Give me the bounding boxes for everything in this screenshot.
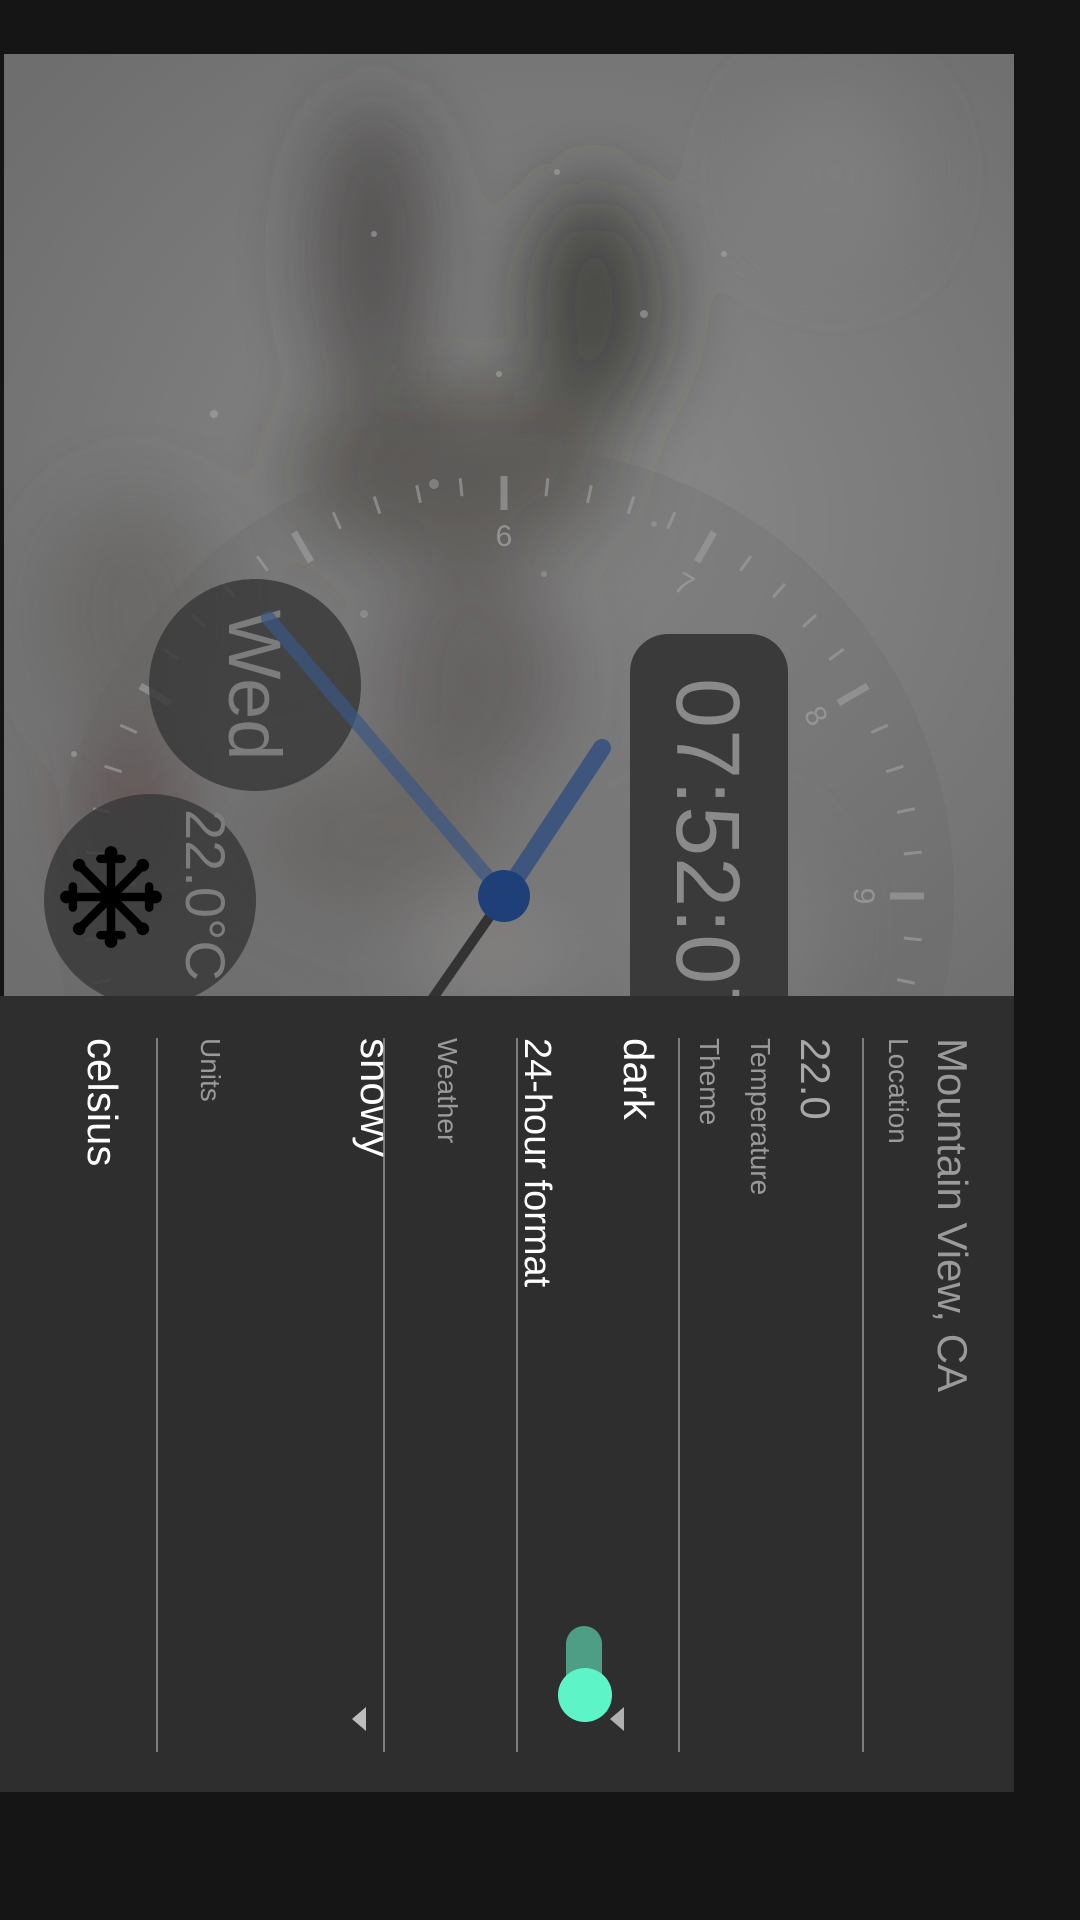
divider [156,1038,158,1752]
location-label-row: Location [882,1038,914,1758]
temperature-value: 22.0 [792,1038,839,1120]
location-value: Mountain View, CA [929,1038,976,1393]
units-dropdown[interactable]: celsius [78,1038,126,1758]
location-label: Location [883,1038,914,1144]
time-format-label: 24-hour format [516,1038,558,1288]
weather-dropdown[interactable]: snowy [351,1038,399,1758]
weather-value: snowy [352,1038,399,1158]
theme-label-row: Theme [693,1038,759,1758]
weather-label-row: Weather [431,1038,487,1758]
divider [678,1038,680,1752]
units-label-row: Units [194,1038,278,1758]
settings-panel: Mountain View, CA Location 22.0 Temperat… [0,996,1014,1792]
clock-hands [261,611,611,996]
theme-label: Theme [694,1038,725,1126]
units-label: Units [195,1038,226,1102]
location-setting[interactable]: Mountain View, CA [928,1038,976,1758]
weather-label: Weather [432,1038,463,1144]
divider [862,1038,864,1752]
time-format-switch-thumb[interactable] [558,1668,612,1722]
hour-hand [495,739,611,905]
temperature-setting[interactable]: 22.0 [791,1038,839,1758]
hand-pivot [478,870,530,922]
weather-dropdown-arrow-icon[interactable] [352,1707,366,1731]
watchface-config-screen: 6789101112 Wed 22.0°C [0,0,1080,1920]
minute-hand [261,611,511,903]
watchface-preview: 6789101112 Wed 22.0°C [4,54,1014,996]
units-value: celsius [79,1038,126,1167]
